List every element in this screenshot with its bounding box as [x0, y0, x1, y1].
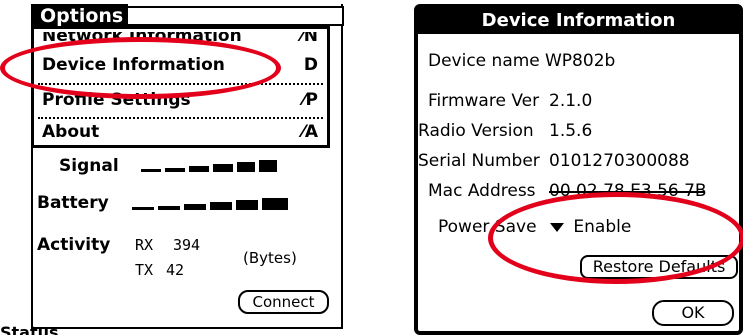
rx-value: 394 [173, 236, 201, 254]
restore-defaults-button[interactable]: Restore Defaults [580, 255, 738, 279]
tx-label: TX [135, 261, 154, 279]
power-save-dropdown[interactable]: Enable [546, 217, 631, 237]
menu-bar [128, 6, 344, 26]
signal-bar [259, 160, 277, 172]
power-save-label: Power Save [438, 217, 537, 237]
device-name-value: WP802b [545, 51, 616, 71]
serial-number-label: Serial Number [418, 151, 540, 171]
radio-version-label: Radio Version [418, 121, 534, 141]
ok-button[interactable]: OK [652, 300, 734, 326]
bytes-label: (Bytes) [243, 249, 297, 267]
signal-bar [237, 162, 255, 172]
menu-item-label: Profile Settings [42, 90, 191, 110]
signal-bar [165, 168, 185, 172]
dialog-title: Device Information [418, 8, 739, 34]
battery-bar [158, 206, 180, 210]
battery-level-bars [132, 196, 292, 210]
signal-bar [141, 169, 161, 172]
firmware-label: Firmware Ver [428, 91, 540, 111]
connect-button[interactable]: Connect [238, 290, 329, 314]
rx-label: RX [135, 236, 154, 254]
serial-number-value: 0101270300088 [549, 151, 690, 171]
battery-bar [262, 198, 288, 210]
menu-shortcut: D [303, 55, 318, 75]
signal-bar [213, 164, 233, 172]
signal-label: Signal [59, 156, 119, 176]
device-name-label: Device name [428, 51, 540, 71]
left-footer-text: Status [0, 326, 140, 335]
chevron-down-icon [550, 222, 564, 232]
firmware-value: 2.1.0 [549, 91, 593, 111]
mac-address-label: Mac Address [428, 181, 536, 201]
device-information-dialog: Device Information Device name WP802b Fi… [414, 4, 743, 335]
battery-bar [210, 202, 232, 210]
menu-item-about[interactable]: About ⁄A [42, 119, 318, 145]
radio-version-value: 1.5.6 [549, 121, 593, 141]
signal-bar [189, 166, 209, 172]
options-menu-title[interactable]: Options [32, 4, 128, 28]
battery-bar [184, 204, 206, 210]
power-save-value: Enable [573, 217, 632, 237]
menu-item-network-information[interactable]: Network Information ⁄N [42, 32, 318, 49]
menu-shortcut: ⁄N [300, 32, 318, 46]
battery-label: Battery [37, 193, 109, 213]
activity-label: Activity [37, 235, 111, 255]
battery-bar [132, 207, 154, 210]
menu-separator [38, 83, 323, 85]
menu-item-profile-settings[interactable]: Profile Settings ⁄P [42, 87, 318, 113]
tx-value: 42 [166, 261, 185, 279]
menu-item-label: Device Information [42, 55, 225, 75]
menu-shortcut: ⁄A [302, 122, 318, 142]
mac-address-strike [549, 191, 704, 193]
menu-item-device-information[interactable]: Device Information D [42, 52, 318, 78]
battery-bar [236, 200, 258, 210]
menu-item-label: Network Information [42, 32, 242, 46]
menu-shortcut: ⁄P [302, 90, 318, 110]
signal-strength-bars [141, 158, 281, 172]
menu-item-label: About [42, 122, 100, 142]
options-menu: Network Information ⁄N Device Informatio… [31, 26, 330, 148]
